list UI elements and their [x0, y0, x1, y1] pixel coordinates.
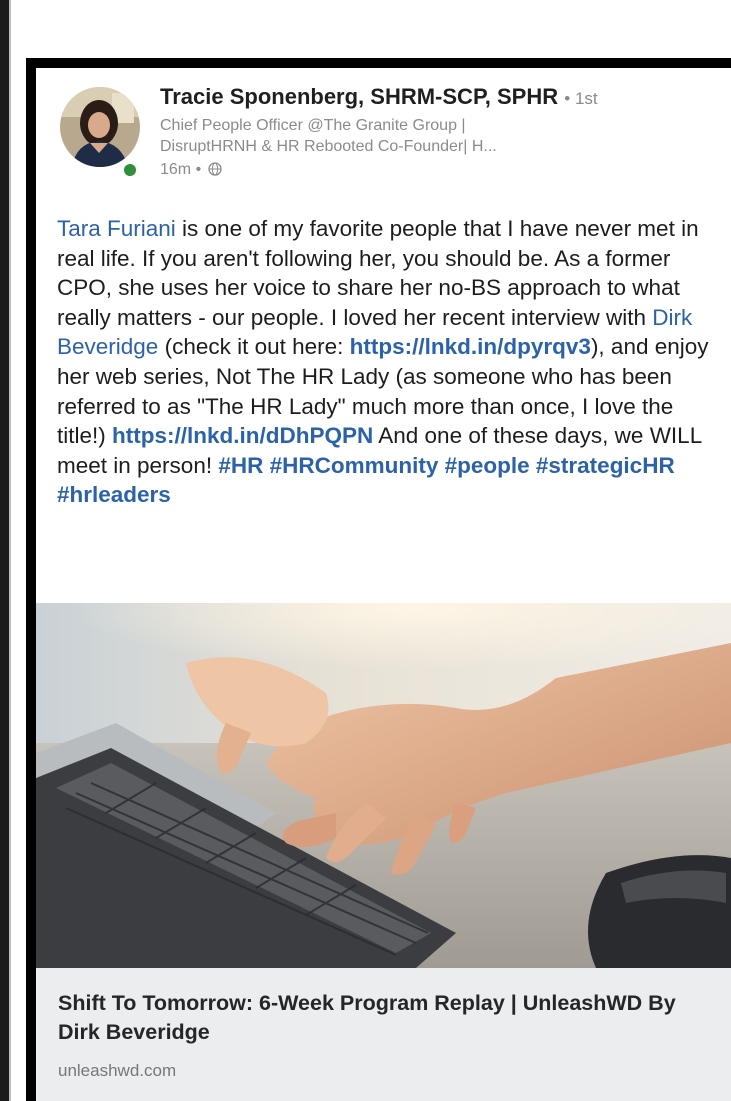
globe-icon [207, 162, 222, 176]
post-body: Tara Furiani is one of my favorite peopl… [57, 214, 725, 510]
post-meta: 16m • [160, 159, 222, 180]
linkedin-post-card: Tracie Sponenberg, SHRM-SCP, SPHR • 1st … [36, 68, 731, 1101]
online-status-icon [121, 161, 139, 179]
author-headline-line-2: DisruptHRNH & HR Rebooted Co-Founder| H.… [160, 138, 497, 155]
screenshot-page: Tracie Sponenberg, SHRM-SCP, SPHR • 1st … [0, 0, 731, 1101]
author-avatar[interactable] [60, 87, 140, 167]
online-status-dot [124, 164, 136, 176]
post-header: Tracie Sponenberg, SHRM-SCP, SPHR • 1st … [36, 68, 731, 194]
author-name-line: Tracie Sponenberg, SHRM-SCP, SPHR • 1st [160, 83, 720, 113]
author-headline: Chief People Officer @The Granite Group … [160, 115, 705, 157]
mention-tara-furiani[interactable]: Tara Furiani [57, 216, 176, 241]
link-preview-box[interactable]: Shift To Tomorrow: 6-Week Program Replay… [36, 968, 731, 1101]
interview-link[interactable]: https://lnkd.in/dpyrqv3 [350, 334, 591, 359]
profile-photo-icon [60, 87, 140, 167]
post-body-paragraph: Tara Furiani is one of my favorite peopl… [57, 214, 725, 510]
laptop-typing-photo-icon [36, 603, 731, 968]
web-series-link[interactable]: https://lnkd.in/dDhPQPN [112, 423, 373, 448]
link-preview-domain: unleashwd.com [58, 1061, 177, 1080]
link-preview-title[interactable]: Shift To Tomorrow: 6-Week Program Replay… [58, 989, 708, 1047]
author-name[interactable]: Tracie Sponenberg, SHRM-SCP, SPHR [160, 84, 558, 109]
link-preview-image[interactable] [36, 603, 731, 968]
connection-degree: • 1st [564, 89, 598, 108]
author-headline-line-1: Chief People Officer @The Granite Group … [160, 117, 466, 134]
post-text-segment-2: (check it out here: [158, 334, 350, 360]
left-border-highlight [9, 0, 11, 1101]
left-dark-border [0, 0, 9, 1101]
posted-time: 16m • [160, 161, 202, 178]
